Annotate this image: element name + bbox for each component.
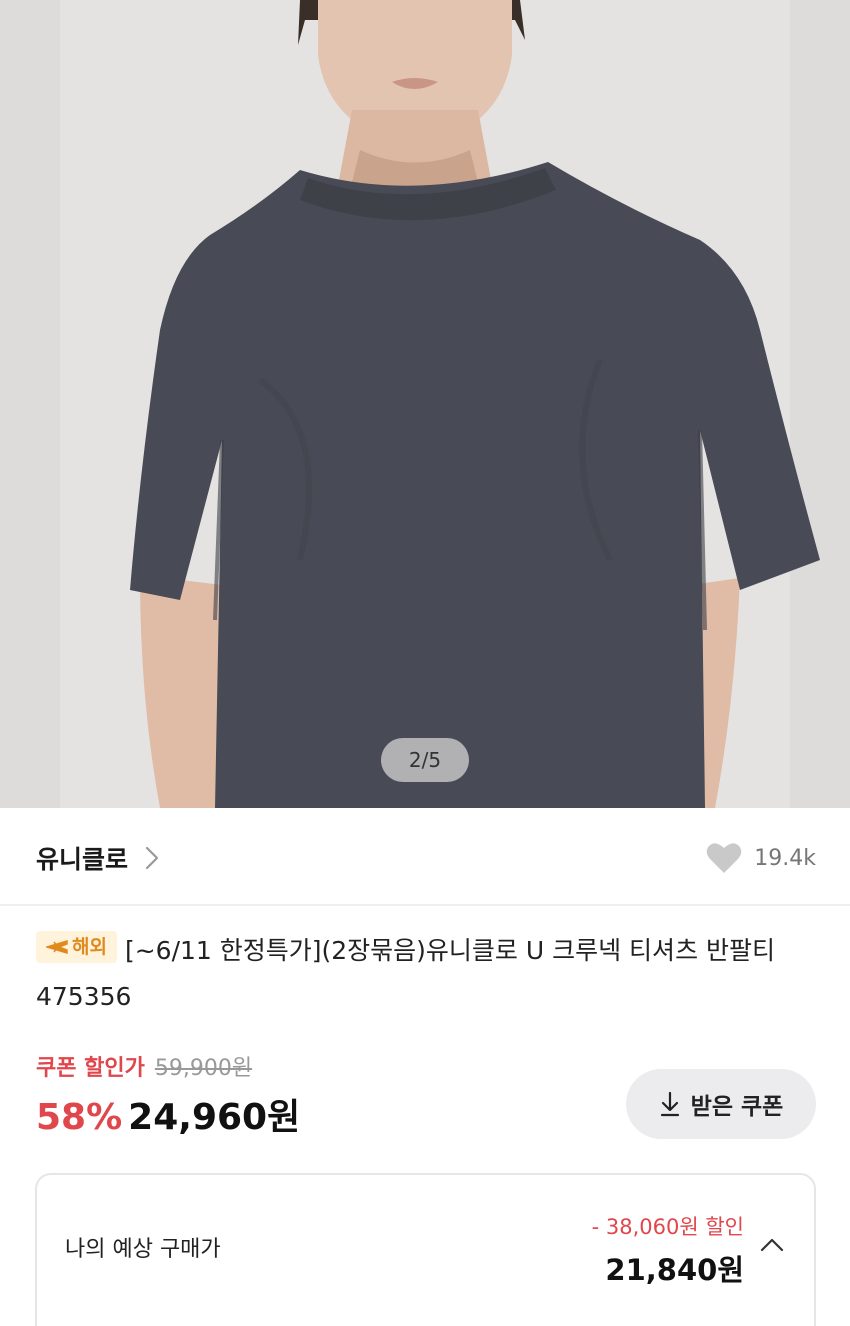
- brand-link[interactable]: 유니클로: [36, 840, 162, 876]
- expected-price-label: 나의 예상 구매가: [65, 1237, 221, 1262]
- expected-price: 21,840원: [605, 1253, 744, 1287]
- coupon-price-line: 쿠폰 할인가 59,900원: [36, 1050, 252, 1082]
- expected-discount: - 38,060원 할인: [591, 1215, 744, 1239]
- product-title: [~6/11 한정특가](2장묶음)유니클로 U 크루넥 티셔츠 반팔티 475…: [36, 936, 776, 1011]
- brand-row: 유니클로 19.4k: [0, 808, 850, 906]
- sale-price: 24,960원: [128, 1097, 301, 1138]
- image-pager: 2/5: [381, 738, 469, 782]
- coupon-button-label: 받은 쿠폰: [690, 1094, 784, 1120]
- sale-price-line: 58% 24,960원: [36, 1088, 300, 1140]
- product-image-gallery[interactable]: 2/5: [0, 0, 850, 808]
- discount-rate: 58%: [36, 1097, 123, 1138]
- received-coupon-button[interactable]: 받은 쿠폰: [626, 1069, 816, 1139]
- product-photo: [0, 0, 850, 808]
- chevron-right-icon: [145, 846, 159, 870]
- heart-icon: [706, 843, 742, 873]
- wish-count: 19.4k: [754, 845, 816, 871]
- brand-name: 유니클로: [36, 845, 129, 874]
- overseas-badge: 해외: [36, 931, 117, 963]
- wishlist-button[interactable]: 19.4k: [706, 840, 816, 876]
- download-icon: [660, 1091, 679, 1117]
- badge-label: 해외: [72, 936, 107, 958]
- expected-price-card[interactable]: 나의 예상 구매가 - 38,060원 할인 21,840원: [35, 1173, 816, 1326]
- airplane-icon: [46, 939, 68, 955]
- product-title-block: 해외 [~6/11 한정특가](2장묶음)유니클로 U 크루넥 티셔츠 반팔티 …: [36, 928, 816, 1020]
- coupon-price-label: 쿠폰 할인가: [36, 1056, 145, 1081]
- chevron-up-icon[interactable]: [758, 1235, 786, 1255]
- original-price: 59,900원: [154, 1056, 253, 1081]
- expected-price-values: - 38,060원 할인 21,840원: [592, 1211, 744, 1289]
